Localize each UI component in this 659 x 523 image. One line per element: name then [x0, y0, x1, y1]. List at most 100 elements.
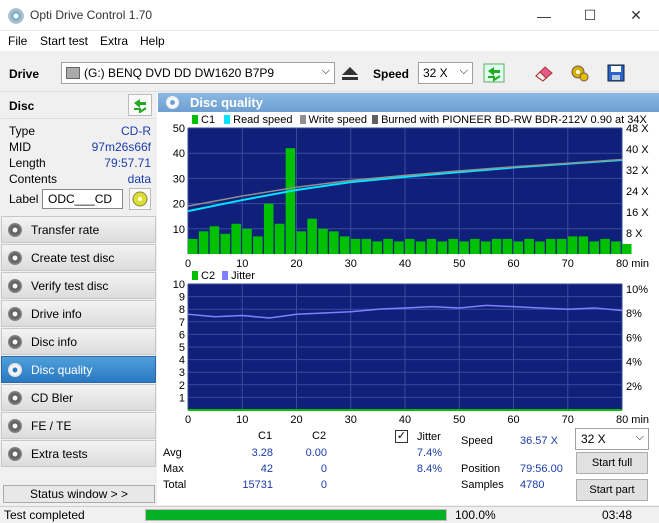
- c1-bar: [231, 223, 241, 254]
- c1-chart: 10 20 30 40 50 0 10 20 30 40 50 60 70 80 min 8 X 16 X 24…: [173, 124, 650, 270]
- speed-select[interactable]: 32 X ⌵: [418, 62, 473, 84]
- c1-bar: [448, 238, 458, 254]
- disc-icon: [8, 391, 22, 405]
- legend-swatch: [224, 115, 231, 124]
- start-full-button[interactable]: Start full: [576, 452, 648, 474]
- menu-help[interactable]: Help: [140, 34, 165, 48]
- c1-bar: [513, 241, 524, 254]
- stats-max-c1: 42: [260, 463, 273, 475]
- test-speed-select[interactable]: 32 X ⌵: [575, 428, 649, 450]
- c1-bar: [578, 236, 589, 254]
- position-label: Position: [461, 463, 501, 475]
- start-part-button[interactable]: Start part: [576, 479, 648, 501]
- disc-icon: [8, 447, 22, 461]
- x-tick-label: 10: [236, 258, 248, 270]
- settings-button[interactable]: [567, 60, 593, 86]
- nav-transfer-rate[interactable]: Transfer rate: [1, 216, 156, 243]
- c1-bar: [339, 236, 350, 254]
- disc-icon: [132, 191, 148, 207]
- eject-button[interactable]: [337, 60, 363, 86]
- jitter-checkbox[interactable]: ✓: [395, 430, 408, 443]
- elapsed-time: 03:48: [602, 508, 633, 522]
- disc-refresh-button[interactable]: [128, 94, 152, 116]
- disc-label-input[interactable]: ODC___CD: [42, 189, 123, 209]
- y-tick-label: 4: [179, 355, 185, 367]
- progress-fill: [146, 510, 446, 520]
- c1-bar: [470, 238, 480, 254]
- status-text: Test completed: [4, 508, 85, 522]
- c1-bar: [524, 238, 534, 254]
- stats-total-c2: 0: [320, 479, 327, 491]
- c1-bar: [611, 241, 621, 254]
- maximize-button[interactable]: ☐: [567, 0, 613, 31]
- samples-label: Samples: [461, 479, 504, 491]
- c1-bar: [502, 238, 513, 254]
- y2-tick-label: 2%: [626, 381, 642, 393]
- stats-row-label: Avg: [163, 447, 182, 459]
- save-button[interactable]: [603, 60, 629, 86]
- c1-bar: [437, 241, 448, 254]
- status-bar: Test completed 100.0% 03:48: [0, 506, 659, 523]
- stats-max-c2: 0: [320, 463, 327, 475]
- y2-tick-label: 8%: [626, 308, 642, 320]
- minimize-button[interactable]: —: [521, 0, 567, 31]
- c1-bar: [242, 228, 252, 254]
- info-value: 97m26s66f: [91, 140, 151, 154]
- c1-bar: [415, 241, 426, 254]
- speed-label: Speed: [373, 67, 410, 81]
- x-tick-label: 70: [562, 258, 574, 270]
- y-tick-label: 10: [173, 279, 185, 291]
- nav-disc-quality[interactable]: Disc quality: [1, 356, 156, 383]
- nav-cd-bler[interactable]: CD Bler: [1, 384, 156, 411]
- x-tick-label: 50: [453, 414, 465, 426]
- disc-icon: [8, 279, 22, 293]
- menu-extra[interactable]: Extra: [100, 34, 128, 48]
- nav-verify-test-disc[interactable]: Verify test disc: [1, 272, 156, 299]
- c1-bar: [589, 241, 599, 254]
- x-tick-label: 80 min: [616, 258, 649, 270]
- disc-icon: [8, 223, 22, 237]
- nav-label: Disc info: [31, 335, 78, 349]
- disc-info-mid: MID 97m26s66f: [9, 140, 151, 156]
- info-value: CD-R: [121, 124, 151, 138]
- speed-select-value: 32 X: [423, 66, 448, 80]
- y-tick-label: 50: [173, 124, 185, 135]
- y2-tick-label: 6%: [626, 332, 642, 344]
- x-tick-label: 10: [236, 414, 248, 426]
- c1-bar: [220, 233, 231, 254]
- status-window-button[interactable]: Status window > >: [3, 485, 155, 503]
- disc-icon: [8, 307, 22, 321]
- c1-bar: [622, 243, 632, 254]
- c1-bar: [307, 218, 317, 254]
- stats-avg-c1: 3.28: [251, 447, 273, 459]
- close-button[interactable]: ✕: [613, 0, 659, 31]
- nav-extra-tests[interactable]: Extra tests: [1, 440, 156, 467]
- disc-icon: [8, 419, 22, 433]
- erase-button[interactable]: [531, 60, 557, 86]
- legend-swatch: [372, 115, 379, 124]
- y2-tick-label: 48 X: [626, 124, 649, 135]
- x-tick-label: 0: [185, 258, 191, 270]
- legend-swatch: [192, 115, 198, 124]
- y-tick-label: 9: [179, 292, 185, 304]
- chevron-down-icon: ⌵: [459, 65, 468, 77]
- refresh-speed-button[interactable]: [481, 60, 507, 86]
- menu-start-test[interactable]: Start test: [40, 34, 88, 48]
- nav-label: Extra tests: [31, 447, 88, 461]
- c1-bar: [491, 238, 502, 254]
- drive-select[interactable]: (G:) BENQ DVD DD DW1620 B7P9 ⌵: [61, 62, 335, 84]
- speed-stat-label: Speed: [461, 435, 493, 447]
- nav-fe-te[interactable]: FE / TE: [1, 412, 156, 439]
- c1-bar: [361, 238, 372, 254]
- x-tick-label: 20: [290, 414, 302, 426]
- stats-row-label: Max: [163, 463, 184, 475]
- disc-info-contents: Contents data: [9, 172, 151, 188]
- disc-label-button[interactable]: [129, 188, 151, 210]
- menu-file[interactable]: File: [8, 34, 27, 48]
- c1-bar: [600, 238, 610, 254]
- jitter-avg: 7.4%: [416, 447, 442, 459]
- y2-tick-label: 8 X: [626, 228, 643, 240]
- nav-create-test-disc[interactable]: Create test disc: [1, 244, 156, 271]
- nav-disc-info[interactable]: Disc info: [1, 328, 156, 355]
- nav-drive-info[interactable]: Drive info: [1, 300, 156, 327]
